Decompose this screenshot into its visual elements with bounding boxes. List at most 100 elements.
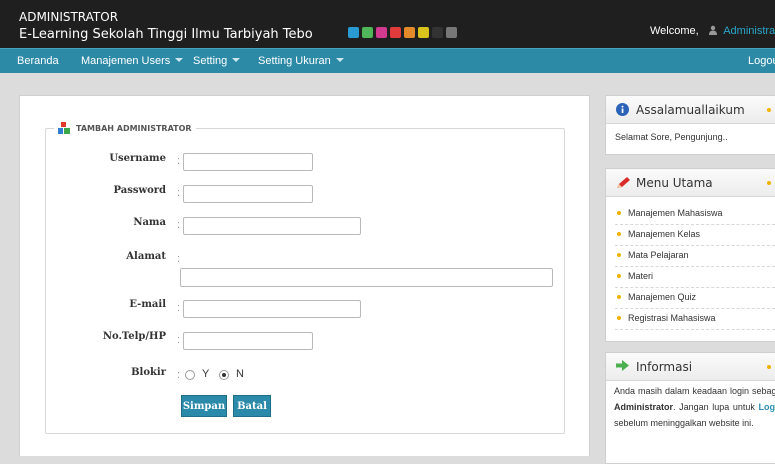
nav-users-label: Manajemen Users [81,55,170,67]
collapse-dot-icon[interactable] [767,365,771,369]
colon: : [177,253,180,265]
theme-swatch-4[interactable] [404,27,415,38]
telp-field[interactable] [183,332,313,350]
blokir-n-label: N [236,368,244,380]
pencil-icon [616,176,631,189]
menu-item[interactable]: Manajemen Mahasiswa [615,203,775,225]
bullet-icon [617,316,621,320]
theme-swatch-6[interactable] [432,27,443,38]
menu-item-label: Manajemen Mahasiswa [628,208,723,218]
main-menu-title: Menu Utama [636,176,713,190]
menu-item[interactable]: Manajemen Kelas [615,224,775,246]
nav-beranda-label: Beranda [17,55,59,67]
theme-swatch-2[interactable] [376,27,387,38]
site-subtitle: E-Learning Sekolah Tinggi Ilmu Tarbiyah … [19,27,313,42]
theme-swatch-3[interactable] [390,27,401,38]
chevron-down-icon [336,58,344,62]
info-role: Administrator [614,402,673,412]
bullet-icon [617,274,621,278]
menu-item[interactable]: Manajemen Quiz [615,287,775,309]
save-button[interactable]: Simpan [181,395,227,417]
bullet-icon [617,253,621,257]
colon: : [177,219,180,231]
nav-logout[interactable]: Logout [748,49,775,73]
bullet-icon [617,211,621,215]
info-box: Informasi Anda masih dalam keadaan login… [605,352,775,464]
menu-item[interactable]: Mata Pelajaran [615,245,775,267]
menu-item[interactable]: Registrasi Mahasiswa [615,308,775,330]
main-nav: Beranda Manajemen Users Setting Setting … [0,48,775,73]
greeting-text: Selamat Sore, Pengunjung.. [615,129,728,145]
blocks-icon [58,122,70,134]
top-header: ADMINISTRATOR E-Learning Sekolah Tinggi … [0,0,775,48]
cancel-button[interactable]: Batal [233,395,271,417]
welcome-area: Welcome, Administrator [650,25,775,37]
menu-item[interactable]: Materi [615,266,775,288]
menu-item-label: Manajemen Quiz [628,292,696,302]
bullet-icon [617,232,621,236]
menu-item-label: Manajemen Kelas [628,229,700,239]
form-title: TAMBAH ADMINISTRATOR [76,124,192,133]
site-title: ADMINISTRATOR [19,10,118,24]
form-legend: TAMBAH ADMINISTRATOR [54,120,196,136]
password-label: Password [46,185,166,196]
info-part-2: Jangan lupa untuk [679,402,755,412]
greeting-box: Assalamuallaikum Selamat Sore, Pengunjun… [605,95,775,155]
collapse-dot-icon[interactable] [767,108,771,112]
menu-item-label: Mata Pelajaran [628,250,689,260]
nav-ukuran-label: Setting Ukuran [258,55,331,67]
email-field[interactable] [183,300,361,318]
colon: : [177,155,180,167]
colon: : [177,302,180,314]
user-link[interactable]: Administrator [723,25,775,37]
main-menu-header: Menu Utama [606,169,775,197]
greeting-title: Assalamuallaikum [636,103,745,117]
nav-setting-ukuran[interactable]: Setting Ukuran [258,49,344,73]
info-logout-link[interactable]: Logout [759,402,775,412]
theme-swatch-7[interactable] [446,27,457,38]
nav-setting[interactable]: Setting [193,49,240,73]
add-admin-fieldset: TAMBAH ADMINISTRATOR Username : Password… [45,128,565,434]
blokir-label: Blokir [46,367,166,378]
colon: : [177,334,180,346]
blokir-n-radio[interactable] [219,370,229,380]
chevron-down-icon [232,58,240,62]
nama-label: Nama [46,217,166,228]
alamat-label: Alamat [46,251,166,262]
main-menu-box: Menu Utama Manajemen Mahasiswa Manajemen … [605,168,775,342]
info-text: Anda masih dalam keadaan login sebagai :… [614,383,775,431]
theme-swatch-5[interactable] [418,27,429,38]
info-header: Informasi [606,353,775,381]
user-icon [708,25,718,35]
theme-swatch-0[interactable] [348,27,359,38]
colon: : [177,187,180,199]
username-field[interactable] [183,153,313,171]
username-label: Username [46,153,166,164]
password-field[interactable] [183,185,313,203]
info-icon [616,103,629,116]
greeting-header: Assalamuallaikum [606,96,775,124]
theme-color-swatches [348,27,457,38]
blokir-y-label: Y [202,368,209,380]
menu-item-label: Registrasi Mahasiswa [628,313,716,323]
blokir-y-radio[interactable] [185,370,195,380]
info-part-1: Anda masih dalam keadaan login sebagai : [614,386,775,396]
telp-label: No.Telp/HP [46,331,166,342]
colon: : [177,369,180,381]
menu-item-label: Materi [628,271,653,281]
info-title: Informasi [636,360,692,374]
chevron-down-icon [175,58,183,62]
nama-field[interactable] [183,217,361,235]
nav-manajemen-users[interactable]: Manajemen Users [81,49,183,73]
bullet-icon [617,295,621,299]
collapse-dot-icon[interactable] [767,181,771,185]
welcome-text: Welcome, [650,25,699,37]
info-part-3: sebelum meninggalkan website ini. [614,418,754,428]
nav-beranda[interactable]: Beranda [14,49,62,73]
main-panel: TAMBAH ADMINISTRATOR Username : Password… [19,95,590,456]
arrow-right-icon [616,360,629,371]
theme-swatch-1[interactable] [362,27,373,38]
email-label: E-mail [46,299,166,310]
alamat-field[interactable] [180,268,553,287]
nav-setting-label: Setting [193,55,227,67]
